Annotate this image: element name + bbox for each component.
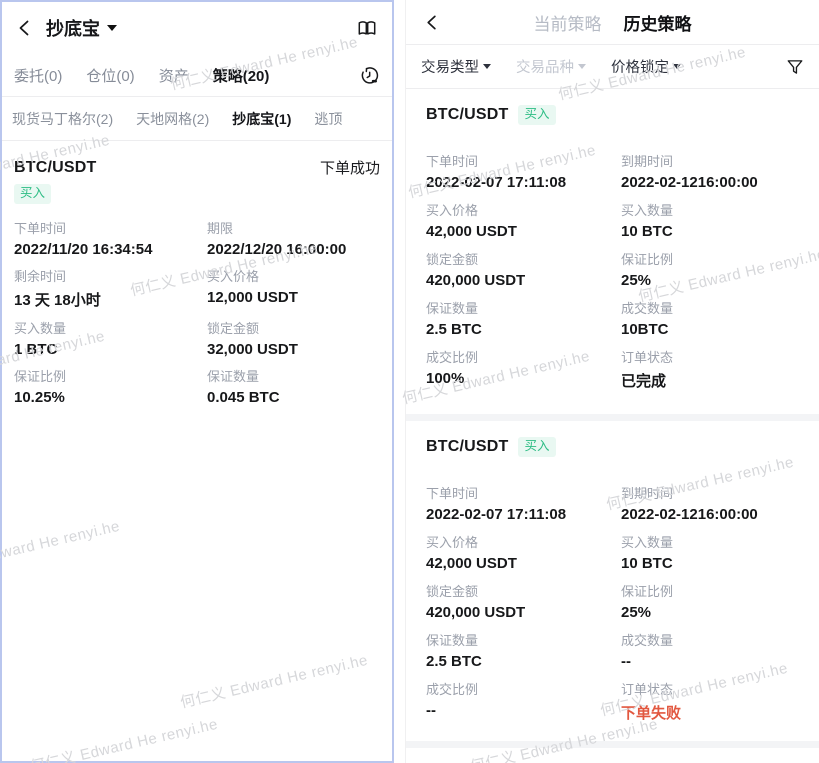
filter-trade-type[interactable]: 交易类型 xyxy=(421,56,491,77)
tab-strategies[interactable]: 策略(20) xyxy=(213,65,270,86)
page-title: 抄底宝 xyxy=(46,15,100,41)
field-order-status: 订单状态已完成 xyxy=(621,347,799,391)
field-buy-price: 买入价格12,000 USDT xyxy=(207,266,380,310)
bottom-fisher-screen: 抄底宝 委托(0) 仓位(0) 资产 策略(20) 现货马丁格尔(2) 天地网格… xyxy=(0,0,394,763)
field-filled-ratio: 成交比例-- xyxy=(426,679,621,723)
pair-name: BTC/USDT xyxy=(426,106,508,124)
field-margin-quantity: 保证数量2.5 BTC xyxy=(426,630,621,670)
field-buy-amount: 买入数量10 BTC xyxy=(621,200,799,240)
subtab-bottom-fisher[interactable]: 抄底宝(1) xyxy=(232,109,291,129)
card-fields: 下单时间2022-02-07 17:11:08 到期时间2022-02-1216… xyxy=(426,483,799,723)
field-margin-quantity: 保证数量2.5 BTC xyxy=(426,298,621,338)
subtab-spot-martingale[interactable]: 现货马丁格尔(2) xyxy=(12,109,113,129)
strategy-history-screen: 当前策略 历史策略 交易类型 交易品种 价格锁定 BTC/USDT 买入 下单时… xyxy=(405,0,819,763)
tab-entrust[interactable]: 委托(0) xyxy=(14,65,62,86)
history-card[interactable]: BTC/USDT 买入 下单时间2022-02-07 17:11:08 到期时间… xyxy=(406,421,819,741)
book-icon xyxy=(356,18,378,39)
field-margin-ratio: 保证比例25% xyxy=(621,581,799,621)
field-buy-price: 买入价格42,000 USDT xyxy=(426,532,621,572)
field-order-time: 下单时间2022/11/20 16:34:54 xyxy=(14,218,207,258)
left-header: 抄底宝 xyxy=(2,2,392,54)
side-badge: 买入 xyxy=(518,437,555,457)
history-card-partial xyxy=(406,748,819,763)
field-locked-amount: 锁定金额420,000 USDT xyxy=(426,581,621,621)
field-order-time: 下单时间2022-02-07 17:11:08 xyxy=(426,483,621,523)
field-buy-price: 买入价格42,000 USDT xyxy=(426,200,621,240)
side-badge: 买入 xyxy=(518,105,555,125)
card-separator xyxy=(406,414,819,421)
chevron-left-icon xyxy=(16,19,34,37)
filter-price-lock[interactable]: 价格锁定 xyxy=(611,56,681,77)
field-filled-quantity: 成交数量10BTC xyxy=(621,298,799,338)
field-order-time: 下单时间2022-02-07 17:11:08 xyxy=(426,151,621,191)
field-time-remaining: 剩余时间13 天 18小时 xyxy=(14,266,207,310)
subtab-top-escape[interactable]: 逃顶 xyxy=(314,109,342,129)
field-locked-amount: 锁定金额420,000 USDT xyxy=(426,249,621,289)
field-order-status: 订单状态下单失败 xyxy=(621,679,799,723)
chevron-left-icon xyxy=(424,14,441,31)
caret-down-icon xyxy=(578,64,586,69)
field-buy-amount: 买入数量10 BTC xyxy=(621,532,799,572)
order-history-icon xyxy=(359,65,380,86)
card-separator xyxy=(406,741,819,748)
right-header: 当前策略 历史策略 xyxy=(406,0,819,44)
field-filled-quantity: 成交数量-- xyxy=(621,630,799,670)
tab-current-strategies[interactable]: 当前策略 xyxy=(534,10,602,35)
subtab-grid[interactable]: 天地网格(2) xyxy=(136,109,209,129)
field-buy-amount: 买入数量1 BTC xyxy=(14,318,207,358)
order-history-button[interactable] xyxy=(359,65,380,86)
field-filled-ratio: 成交比例100% xyxy=(426,347,621,391)
card-fields: 下单时间2022/11/20 16:34:54 期限2022/12/20 16:… xyxy=(14,218,380,406)
field-term: 期限2022/12/20 16:00:00 xyxy=(207,218,380,258)
field-locked-amount: 锁定金额32,000 USDT xyxy=(207,318,380,358)
caret-down-icon xyxy=(483,64,491,69)
caret-down-icon xyxy=(107,25,117,31)
field-margin-quantity: 保证数量0.045 BTC xyxy=(207,366,380,406)
tab-assets[interactable]: 资产 xyxy=(159,65,189,86)
field-margin-ratio: 保证比例25% xyxy=(621,249,799,289)
caret-down-icon xyxy=(673,64,681,69)
pair-name: BTC/USDT xyxy=(426,438,508,456)
field-margin-ratio: 保证比例10.25% xyxy=(14,366,207,406)
field-expiry-time: 到期时间2022-02-1216:00:00 xyxy=(621,151,799,191)
history-card[interactable]: BTC/USDT 买入 下单时间2022-02-07 17:11:08 到期时间… xyxy=(406,89,819,414)
order-status-text: 下单成功 xyxy=(320,157,380,178)
tab-history-strategies[interactable]: 历史策略 xyxy=(624,10,692,35)
back-button[interactable] xyxy=(424,14,441,31)
left-nav-tabs: 委托(0) 仓位(0) 资产 策略(20) xyxy=(2,54,392,96)
funnel-filter-button[interactable] xyxy=(786,58,804,76)
filter-bar: 交易类型 交易品种 价格锁定 xyxy=(406,45,819,88)
page-title-dropdown[interactable]: 抄底宝 xyxy=(46,15,117,41)
card-fields: 下单时间2022-02-07 17:11:08 到期时间2022-02-1216… xyxy=(426,151,799,391)
side-badge: 买入 xyxy=(14,184,51,204)
tab-positions[interactable]: 仓位(0) xyxy=(86,65,134,86)
strategy-type-tabs: 现货马丁格尔(2) 天地网格(2) 抄底宝(1) 逃顶 xyxy=(2,97,392,140)
field-expiry-time: 到期时间2022-02-1216:00:00 xyxy=(621,483,799,523)
back-button[interactable] xyxy=(16,19,34,37)
funnel-icon xyxy=(786,58,804,76)
filter-trade-pair[interactable]: 交易品种 xyxy=(516,56,586,77)
book-button[interactable] xyxy=(356,18,378,39)
strategy-card[interactable]: BTC/USDT 下单成功 买入 下单时间2022/11/20 16:34:54… xyxy=(2,141,392,422)
pair-name: BTC/USDT xyxy=(14,159,96,177)
